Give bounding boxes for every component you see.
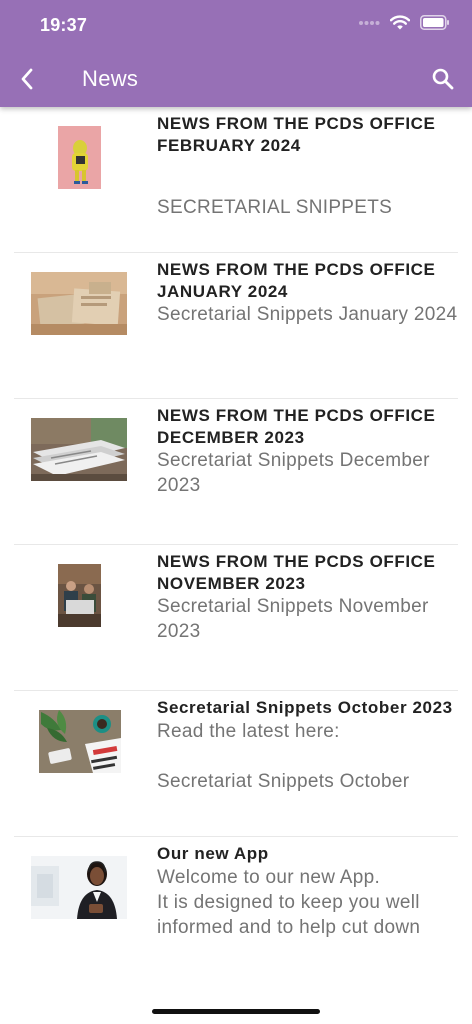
news-item[interactable]: Our new App Welcome to our new App. It i… — [0, 837, 472, 983]
news-description: Secretariat Snippets December 2023 — [157, 450, 430, 496]
news-title: Our new App — [157, 844, 269, 863]
news-item[interactable]: NEWS FROM THE PCDS OFFICE FEBRUARY 2024 … — [0, 107, 472, 253]
search-icon — [432, 68, 454, 90]
news-description: SECRETARIAL SNIPPETS — [157, 197, 393, 218]
newspaper-pile-thumbnail — [31, 418, 127, 481]
home-indicator[interactable] — [152, 1009, 320, 1014]
wifi-icon — [390, 15, 410, 30]
news-description: Welcome to our new App. — [157, 866, 381, 888]
news-description: Secretarial Snippets November 2023 — [157, 596, 429, 642]
news-title: Secretarial Snippets October 2023 — [157, 698, 453, 717]
news-item[interactable]: NEWS FROM THE PCDS OFFICE NOVEMBER 2023 … — [0, 545, 472, 691]
app-header: 19:37 News — [0, 0, 472, 107]
stacked-newspapers-thumbnail — [31, 272, 127, 335]
chevron-left-icon — [21, 68, 33, 90]
news-item[interactable]: NEWS FROM THE PCDS OFFICE DECEMBER 2023 … — [0, 399, 472, 545]
news-item[interactable]: NEWS FROM THE PCDS OFFICE JANUARY 2024 S… — [0, 253, 472, 399]
battery-icon — [420, 15, 449, 30]
news-title: NEWS FROM THE PCDS OFFICE DECEMBER 2023 — [157, 406, 436, 447]
back-button[interactable] — [14, 64, 40, 94]
news-title: NEWS FROM THE PCDS OFFICE FEBRUARY 2024 — [157, 114, 436, 155]
desk-with-phone-and-magazine-thumbnail — [39, 710, 121, 773]
news-title: NEWS FROM THE PCDS OFFICE JANUARY 2024 — [157, 260, 436, 301]
person-in-yellow-suit-thumbnail — [58, 126, 101, 189]
status-icons — [358, 15, 450, 30]
people-reading-thumbnail — [58, 564, 101, 627]
woman-with-headset-thumbnail — [31, 856, 127, 919]
search-button[interactable] — [428, 64, 458, 94]
status-time: 19:37 — [40, 15, 88, 35]
news-description — [157, 156, 462, 181]
signal-icon — [359, 20, 380, 25]
news-title: NEWS FROM THE PCDS OFFICE NOVEMBER 2023 — [157, 552, 436, 593]
news-description: Secretarial Snippets January 2024 — [157, 304, 458, 325]
news-item[interactable]: Secretarial Snippets October 2023 Read t… — [0, 691, 472, 837]
page-title: News — [82, 66, 139, 91]
news-list: NEWS FROM THE PCDS OFFICE FEBRUARY 2024 … — [0, 107, 472, 987]
news-description: Read the latest here: — [157, 720, 340, 742]
news-description: It is designed to keep you well informed… — [157, 891, 421, 938]
news-description: Secretariat Snippets October — [157, 770, 410, 792]
